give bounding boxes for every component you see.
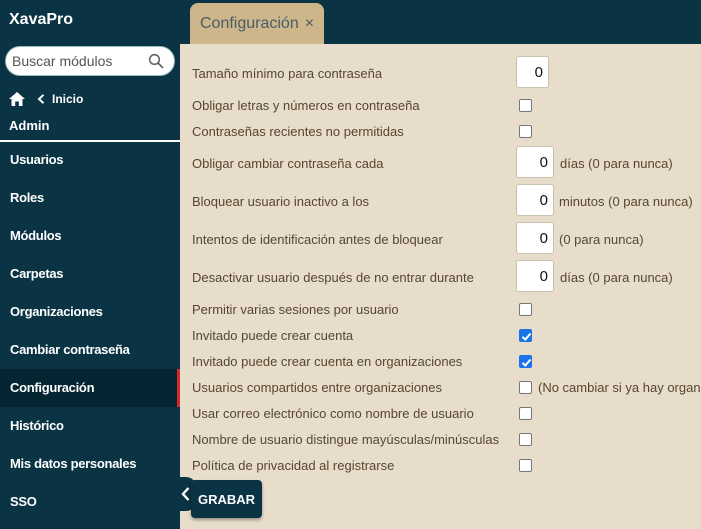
email-as-username-checkbox[interactable]: [519, 407, 532, 420]
privacy-policy-label: Política de privacidad al registrarse: [192, 458, 395, 473]
breadcrumb: Inicio: [9, 90, 83, 108]
search-box: [5, 46, 175, 76]
sidebar-item-carpetas[interactable]: Carpetas: [0, 255, 180, 293]
check-icon: [521, 332, 532, 341]
require-letters-numbers-checkbox[interactable]: [519, 99, 532, 112]
guest-create-account-checkbox[interactable]: [519, 329, 532, 342]
sidebar-item-roles[interactable]: Roles: [0, 179, 180, 217]
multiple-sessions-checkbox[interactable]: [519, 303, 532, 316]
row-multiple-sessions: Permitir varias sesiones por usuario: [181, 300, 701, 320]
deactivate-suffix: días (0 para nunca): [560, 270, 673, 285]
force-change-suffix: días (0 para nunca): [560, 156, 673, 171]
row-force-change: Obligar cambiar contraseña cada días (0 …: [181, 146, 701, 178]
sidebar-item-mis-datos-personales[interactable]: Mis datos personales: [0, 445, 180, 483]
min-password-length-label: Tamaño mínimo para contraseña: [192, 66, 383, 81]
email-as-username-label: Usar correo electrónico como nombre de u…: [192, 406, 474, 421]
row-lock-inactive: Bloquear usuario inactivo a los minutos …: [181, 184, 701, 216]
row-min-password-length: Tamaño mínimo para contraseña: [181, 56, 701, 88]
lock-inactive-suffix: minutos (0 para nunca): [559, 194, 693, 209]
sidebar-menu: Usuarios Roles Módulos Carpetas Organiza…: [0, 141, 180, 521]
row-shared-users-orgs: Usuarios compartidos entre organizacione…: [181, 378, 701, 398]
require-letters-numbers-label: Obligar letras y números en contraseña: [192, 98, 420, 113]
sidebar-item-organizaciones[interactable]: Organizaciones: [0, 293, 180, 331]
tab-bar: Configuración ×: [180, 0, 701, 44]
lock-inactive-input[interactable]: [516, 184, 554, 216]
row-require-letters-numbers: Obligar letras y números en contraseña: [181, 96, 701, 116]
sidebar-item-historico[interactable]: Histórico: [0, 407, 180, 445]
row-privacy-policy: Política de privacidad al registrarse: [181, 456, 701, 476]
login-attempts-label: Intentos de identificación antes de bloq…: [192, 232, 443, 247]
force-change-label: Obligar cambiar contraseña cada: [192, 156, 384, 171]
row-guest-create-account-orgs: Invitado puede crear cuenta en organizac…: [181, 352, 701, 372]
case-sensitive-username-checkbox[interactable]: [519, 433, 532, 446]
case-sensitive-username-label: Nombre de usuario distingue mayúsculas/m…: [192, 432, 500, 447]
multiple-sessions-label: Permitir varias sesiones por usuario: [192, 302, 399, 317]
brand-logo[interactable]: XavaPro: [9, 11, 73, 29]
deactivate-label: Desactivar usuario después de no entrar …: [192, 270, 474, 285]
check-icon: [521, 358, 532, 367]
shared-users-orgs-note: (No cambiar si ya hay organ: [538, 380, 701, 395]
chevron-left-icon[interactable]: [37, 94, 45, 104]
row-recent-passwords: Contraseñas recientes no permitidas: [181, 122, 701, 142]
configuration-form: Tamaño mínimo para contraseña Obligar le…: [181, 44, 701, 529]
lock-inactive-label: Bloquear usuario inactivo a los: [192, 194, 370, 209]
row-deactivate: Desactivar usuario después de no entrar …: [181, 260, 701, 292]
deactivate-input[interactable]: [516, 260, 554, 292]
sidebar-item-configuracion[interactable]: Configuración: [0, 369, 180, 407]
shared-users-orgs-checkbox[interactable]: [519, 381, 532, 394]
sidebar-item-usuarios[interactable]: Usuarios: [0, 141, 180, 179]
recent-passwords-checkbox[interactable]: [519, 125, 532, 138]
sidebar-item-cambiar-contrasena[interactable]: Cambiar contraseña: [0, 331, 180, 369]
row-login-attempts: Intentos de identificación antes de bloq…: [181, 222, 701, 254]
tab-configuracion[interactable]: Configuración ×: [190, 3, 325, 44]
breadcrumb-back-link[interactable]: Inicio: [52, 92, 83, 106]
force-change-input[interactable]: [516, 146, 554, 178]
sidebar-item-modulos[interactable]: Módulos: [0, 217, 180, 255]
search-input[interactable]: [12, 51, 148, 71]
login-attempts-suffix: (0 para nunca): [559, 232, 644, 247]
sidebar-item-sso[interactable]: SSO: [0, 483, 180, 521]
save-button[interactable]: GRABAR: [191, 480, 262, 518]
guest-create-account-orgs-label: Invitado puede crear cuenta en organizac…: [192, 354, 463, 369]
min-password-length-input[interactable]: [516, 56, 549, 88]
login-attempts-input[interactable]: [516, 222, 554, 254]
shared-users-orgs-label: Usuarios compartidos entre organizacione…: [192, 380, 443, 395]
guest-create-account-orgs-checkbox[interactable]: [519, 355, 532, 368]
recent-passwords-label: Contraseñas recientes no permitidas: [192, 124, 404, 139]
home-icon[interactable]: [9, 92, 25, 106]
close-icon[interactable]: ×: [305, 15, 314, 33]
row-case-sensitive-username: Nombre de usuario distingue mayúsculas/m…: [181, 430, 701, 450]
row-guest-create-account: Invitado puede crear cuenta: [181, 326, 701, 346]
row-email-as-username: Usar correo electrónico como nombre de u…: [181, 404, 701, 424]
search-icon[interactable]: [148, 53, 164, 69]
sidebar: XavaPro Inicio Admin Usuarios Roles Módu…: [0, 0, 180, 529]
tab-label: Configuración: [200, 14, 299, 32]
section-title: Admin: [9, 118, 50, 133]
privacy-policy-checkbox[interactable]: [519, 459, 532, 472]
guest-create-account-label: Invitado puede crear cuenta: [192, 328, 354, 343]
